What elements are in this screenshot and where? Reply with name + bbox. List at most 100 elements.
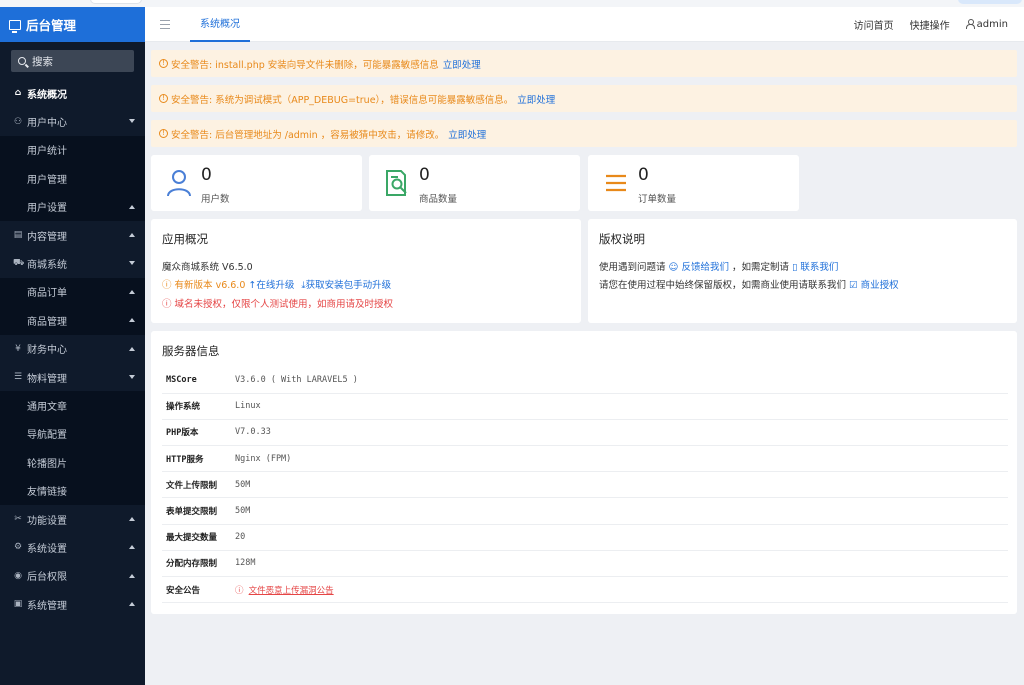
sidebar-item[interactable]: 用户统计 <box>0 135 145 165</box>
warning-admin-path: ! 安全警告: 后台管理地址为 /admin ，容易被猜中攻击，请修改。 立即处… <box>151 120 1017 147</box>
stat-label: 用户数 <box>201 194 230 205</box>
cart-icon: ⛟ <box>13 258 25 269</box>
sidebar-item[interactable]: 用户管理 <box>0 164 145 193</box>
panel-title: 服务器信息 <box>162 344 220 358</box>
sidebar-item-label: 系统设置 <box>27 543 67 555</box>
process-now-link[interactable]: 立即处理 <box>443 57 481 71</box>
browser-action-pill <box>958 0 1022 4</box>
table-row: MSCore V3.6.0 ( With LARAVEL5 ) <box>162 367 1008 394</box>
stat-label: 商品数量 <box>419 194 458 205</box>
copyright-line-2: 请您在使用过程中始终保留版权，如需商业使用请联系我们 ☑ 商业授权 <box>599 277 899 291</box>
sidebar-item[interactable]: ✂ 功能设置 <box>0 505 145 533</box>
home-icon: ⌂ <box>14 88 22 99</box>
document-icon: ▤ <box>13 230 23 241</box>
sidebar-item[interactable]: ⛟ 商城系统 <box>0 249 145 277</box>
sidebar-item[interactable]: 用户设置 <box>0 192 145 221</box>
license-warning-text: 域名未授权，仅限个人测试使用，如商用请及时授权 <box>174 299 394 310</box>
caret-up-icon <box>129 204 135 209</box>
warning-text: 安全警告: install.php 安装向导文件未删除，可能暴露敏感信息 <box>171 59 439 71</box>
security-notice-link[interactable]: 文件恶意上传漏洞公告 <box>249 586 334 596</box>
sidebar-item-label: 物料管理 <box>27 373 67 385</box>
row-key: MSCore <box>162 367 232 394</box>
sidebar-item[interactable]: ▤ 内容管理 <box>0 221 145 249</box>
brand[interactable]: 后台管理 <box>0 7 145 42</box>
table-row: 分配内存限制 128M <box>162 550 1008 578</box>
list-icon: ☰ <box>13 372 23 383</box>
sidebar-item-label: 系统概况 <box>27 89 67 101</box>
caret-up-icon <box>129 346 135 351</box>
sidebar-item[interactable]: ¥ 财务中心 <box>0 335 145 363</box>
search-input[interactable]: 搜索 <box>11 50 134 72</box>
row-value: 20 <box>232 524 1008 551</box>
warning-debug: ! 安全警告: 系统为调试模式（APP_DEBUG=true），错误信息可能暴露… <box>151 85 1017 112</box>
panel-title: 版权说明 <box>599 232 645 246</box>
warning-icon: ! <box>159 59 168 68</box>
caret-down-icon <box>129 261 135 266</box>
caret-up-icon <box>129 318 135 323</box>
stat-value: 0 <box>638 165 649 185</box>
sidebar-item[interactable]: ⚇ 用户中心 <box>0 107 145 135</box>
sidebar-item[interactable]: 导航配置 <box>0 419 145 449</box>
row-value: 128M <box>232 550 1008 578</box>
process-now-link[interactable]: 立即处理 <box>517 92 555 106</box>
row-value: 50M <box>232 497 1008 525</box>
row-value: V7.0.33 <box>232 419 1008 447</box>
sidebar-item-label: 用户中心 <box>27 118 67 130</box>
sidebar-item-label: 用户管理 <box>27 174 67 186</box>
row-key: 安全公告 <box>162 576 232 604</box>
caret-down-icon <box>129 374 135 379</box>
text: 请您在使用过程中始终保留版权，如需商业使用请联系我们 <box>599 280 847 291</box>
stat-card-products: 0 商品数量 <box>369 155 580 211</box>
sidebar-item[interactable]: 商品管理 <box>0 306 145 335</box>
sidebar: 后台管理 搜索 ⌂ 系统概况 ⚇ 用户中心 用户统计用户管理用户设置 ▤ 内容管理 ⛟ 商城系统… <box>0 7 145 685</box>
sidebar-nav: ⌂ 系统概况 ⚇ 用户中心 用户统计用户管理用户设置 ▤ 内容管理 ⛟ 商城系统 商品订单商品管理… <box>0 79 145 618</box>
tab-overview[interactable]: 系统概况 <box>190 7 250 42</box>
manual-upgrade-link[interactable]: ⤓获取安装包手动升级 <box>301 280 391 291</box>
warning-icon: ! <box>159 129 168 138</box>
list-icon <box>606 174 626 192</box>
caret-up-icon <box>129 232 135 237</box>
stat-label: 订单数量 <box>638 194 677 205</box>
commercial-license-link[interactable]: ☑ 商业授权 <box>849 280 899 291</box>
process-now-link[interactable]: 立即处理 <box>448 127 486 141</box>
window-icon: ▣ <box>13 599 23 610</box>
caret-up-icon <box>129 602 135 607</box>
sidebar-item[interactable]: 友情链接 <box>0 476 145 505</box>
feedback-link[interactable]: ☺ 反馈给我们 <box>669 262 729 273</box>
sidebar-item[interactable]: 商品订单 <box>0 277 145 307</box>
sidebar-item-label: 功能设置 <box>27 515 67 527</box>
sidebar-item[interactable]: 轮播图片 <box>0 448 145 477</box>
contact-link[interactable]: ▯ 联系我们 <box>792 262 838 273</box>
row-key: 操作系统 <box>162 393 232 420</box>
info-icon: ⓘ <box>162 280 172 291</box>
user-menu[interactable]: admin <box>965 19 1008 30</box>
gear-icon: ⚙ <box>13 542 23 553</box>
app-overview-panel: 应用概况 魔众商城系统 V6.5.0 ⓘ 有新版本 v6.6.0 ↑在线升级 ⤓… <box>151 219 581 323</box>
quick-ops-link[interactable]: 快捷操作 <box>910 17 950 32</box>
visit-home-link[interactable]: 访问首页 <box>854 17 894 32</box>
copyright-line-1: 使用遇到问题请 ☺ 反馈给我们 ，如需定制请 ▯ 联系我们 <box>599 259 838 273</box>
row-key: 表单提交限制 <box>162 497 232 525</box>
warning-install: ! 安全警告: install.php 安装向导文件未删除，可能暴露敏感信息 立… <box>151 50 1017 77</box>
sidebar-item-label: 用户设置 <box>27 203 67 215</box>
yen-icon: ¥ <box>15 343 21 354</box>
sidebar-item[interactable]: ⚙ 系统设置 <box>0 533 145 561</box>
text: ，如需定制请 <box>732 262 790 273</box>
sidebar-item-label: 商品管理 <box>27 316 67 328</box>
row-key: 最大提交数量 <box>162 524 232 551</box>
caret-down-icon <box>129 119 135 124</box>
stat-card-users: 0 用户数 <box>151 155 362 211</box>
sidebar-item[interactable]: ⌂ 系统概况 <box>0 79 145 107</box>
sidebar-item-label: 通用文章 <box>27 401 67 413</box>
sidebar-item[interactable]: ◉ 后台权限 <box>0 562 145 590</box>
online-upgrade-link[interactable]: ↑在线升级 <box>248 280 294 291</box>
search-doc-icon <box>386 170 407 196</box>
sidebar-item[interactable]: ☰ 物料管理 <box>0 363 145 391</box>
sidebar-item[interactable]: ▣ 系统管理 <box>0 590 145 618</box>
caret-up-icon <box>129 289 135 294</box>
sidebar-item[interactable]: 通用文章 <box>0 391 145 420</box>
menu-toggle-icon[interactable] <box>160 20 170 29</box>
caret-up-icon <box>129 545 135 550</box>
brand-title: 后台管理 <box>26 18 77 33</box>
row-value: V3.6.0 ( With LARAVEL5 ) <box>232 367 1008 394</box>
